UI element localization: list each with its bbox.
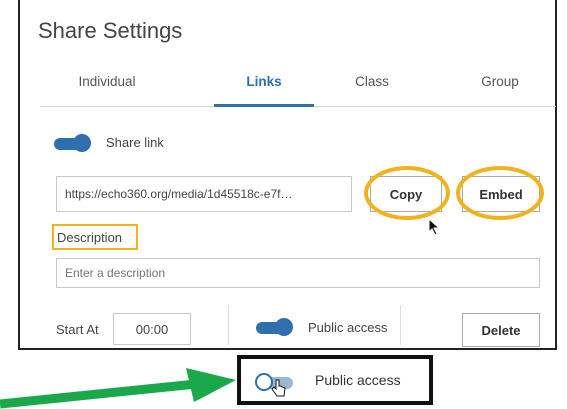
toggle-knob (275, 318, 293, 336)
divider (228, 305, 229, 345)
page-title: Share Settings (38, 18, 183, 43)
start-at-label: Start At (56, 322, 99, 337)
start-at-input[interactable]: 00:00 (113, 313, 191, 345)
share-link-label: Share link (106, 135, 164, 150)
tab-group[interactable]: Group (450, 74, 550, 89)
callout-public-access-label: Public access (315, 372, 401, 388)
embed-highlight-ring (456, 166, 544, 220)
tab-class[interactable]: Class (322, 74, 422, 89)
description-input[interactable] (56, 258, 540, 288)
tab-bar: Individual Links Class Group (40, 66, 556, 107)
delete-button[interactable]: Delete (462, 313, 540, 347)
public-access-label: Public access (308, 320, 388, 335)
tab-individual[interactable]: Individual (62, 74, 152, 89)
toggle-knob (73, 134, 91, 152)
description-label: Description (52, 224, 138, 250)
mouse-cursor-icon (428, 218, 441, 236)
copy-highlight-ring (364, 166, 450, 220)
share-link-toggle[interactable] (54, 134, 91, 152)
divider (400, 305, 401, 345)
tab-links[interactable]: Links (218, 74, 310, 89)
active-tab-indicator (214, 104, 314, 107)
hand-cursor-icon (271, 379, 286, 397)
share-url-field[interactable]: https://echo360.org/media/1d45518c-e7f… (56, 176, 352, 212)
public-access-toggle[interactable] (256, 318, 293, 336)
arrow-icon (0, 368, 236, 409)
public-access-callout: Public access (237, 355, 433, 405)
